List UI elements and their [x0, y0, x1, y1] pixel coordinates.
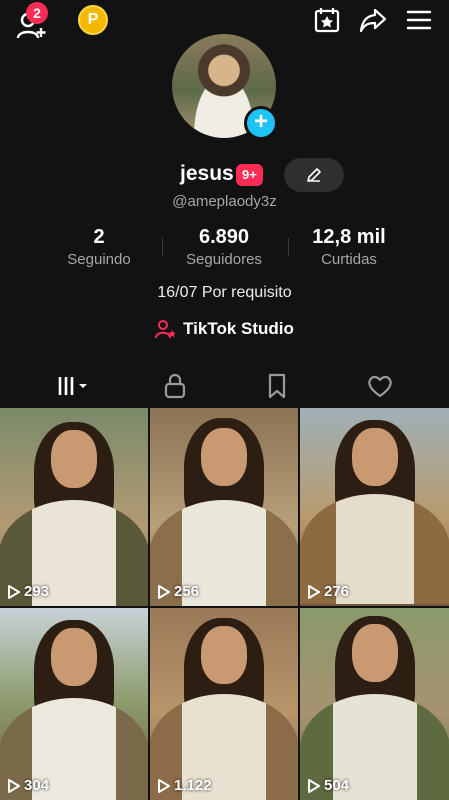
username: jesus: [180, 162, 234, 185]
view-count: 504: [308, 777, 349, 794]
stat-label: Seguidores: [186, 251, 262, 268]
notification-badge: 2: [26, 2, 48, 24]
view-count: 276: [308, 583, 349, 600]
calendar-star-icon[interactable]: [313, 6, 341, 34]
grid-bars-icon: [58, 377, 87, 395]
view-count-text: 293: [24, 583, 50, 600]
stat-likes[interactable]: 12,8 mil Curtidas: [284, 226, 414, 268]
stat-followers[interactable]: 6.890 Seguidores: [159, 226, 289, 268]
stat-following[interactable]: 2 Seguindo: [34, 226, 164, 268]
video-thumbnail[interactable]: 293: [0, 408, 148, 606]
play-icon: [308, 584, 320, 599]
stat-value: 6.890: [198, 226, 250, 248]
video-thumbnail[interactable]: 504: [300, 608, 449, 800]
play-icon: [8, 778, 20, 793]
top-bar-left: 2 P: [16, 2, 108, 39]
user-handle: @ameplaody3z: [172, 193, 277, 210]
bio-text: 16/07 Por requisito: [157, 284, 292, 301]
studio-user-icon: [155, 320, 176, 339]
play-icon: [158, 778, 170, 793]
view-count: 293: [8, 583, 49, 600]
tab-private[interactable]: [118, 368, 230, 408]
view-count: 304: [8, 777, 49, 794]
play-icon: [8, 584, 20, 599]
top-bar-right: [313, 6, 433, 34]
video-thumbnail[interactable]: 276: [300, 408, 449, 606]
view-count-text: 304: [24, 777, 50, 794]
lock-icon: [164, 373, 186, 399]
content-tabs: [0, 362, 449, 412]
video-grid: 293 256 276 304 1.122 504: [0, 408, 449, 800]
view-count: 256: [158, 583, 199, 600]
menu-icon[interactable]: [405, 6, 433, 34]
edit-profile-button[interactable]: [284, 158, 344, 192]
video-thumbnail[interactable]: 304: [0, 608, 148, 800]
video-thumbnail[interactable]: 1.122: [150, 608, 298, 800]
view-count-text: 1.122: [174, 777, 212, 794]
view-count-text: 256: [174, 583, 200, 600]
stats-row: 2 Seguindo 6.890 Seguidores 12,8 mil Cur…: [0, 226, 449, 270]
add-friends-button[interactable]: 2: [16, 2, 48, 39]
tiktok-studio-link[interactable]: TikTok Studio: [0, 318, 449, 345]
add-story-button[interactable]: +: [244, 106, 278, 140]
studio-label: TikTok Studio: [183, 319, 294, 338]
view-count: 1.122: [158, 777, 212, 794]
view-count-text: 276: [324, 583, 350, 600]
stat-label: Seguindo: [67, 251, 131, 268]
name-row: jesus 9+: [0, 158, 449, 192]
play-icon: [308, 778, 320, 793]
view-count-text: 504: [324, 777, 350, 794]
pencil-icon: [307, 168, 321, 182]
tab-videos[interactable]: [16, 368, 128, 412]
stat-label: Curtidas: [321, 251, 377, 268]
profile-avatar[interactable]: +: [172, 34, 278, 140]
play-icon: [158, 584, 170, 599]
inbox-badge[interactable]: 9+: [236, 164, 263, 186]
tab-saved[interactable]: [220, 368, 332, 408]
video-thumbnail[interactable]: 256: [150, 408, 298, 606]
stat-value: 2: [93, 226, 105, 248]
heart-icon: [368, 375, 392, 398]
bookmark-icon: [268, 373, 286, 399]
share-icon[interactable]: [359, 6, 387, 34]
coin-icon[interactable]: P: [78, 5, 108, 35]
stat-value: 12,8 mil: [312, 226, 386, 248]
tab-liked[interactable]: [322, 368, 434, 408]
